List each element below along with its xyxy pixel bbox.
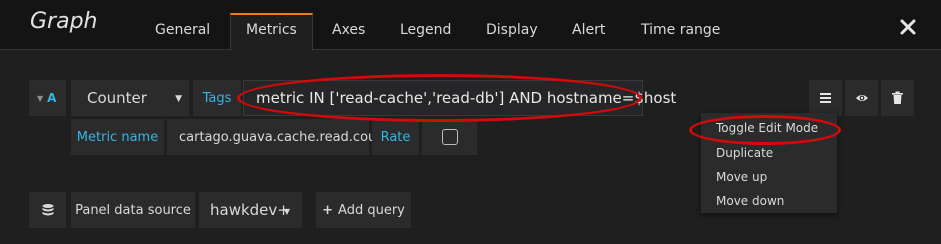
- add-query-button[interactable]: + Add query: [316, 192, 411, 228]
- ref-id-label: A: [47, 91, 57, 105]
- metric-name-input[interactable]: cartago.guava.cache.read.count: [167, 119, 390, 155]
- tab-display[interactable]: Display: [471, 13, 553, 50]
- tab-time-range[interactable]: Time range: [626, 13, 735, 50]
- menu-item-move-down[interactable]: Move down: [716, 194, 784, 208]
- aggregation-value: Counter: [87, 89, 147, 107]
- add-query-label: Add query: [338, 202, 405, 218]
- query-options-menu: Toggle Edit Mode Duplicate Move up Move …: [701, 113, 837, 213]
- panel-editor-header: Graph General Metrics Axes Legend Displa…: [0, 0, 941, 51]
- datasource-value: hawkdev+: [210, 201, 290, 219]
- datasource-label: Panel data source: [71, 192, 195, 228]
- menu-item-move-up[interactable]: Move up: [716, 170, 767, 184]
- database-icon: [42, 204, 53, 216]
- tab-legend[interactable]: Legend: [385, 13, 466, 50]
- metric-name-label: Metric name: [71, 119, 164, 155]
- caret-down-icon: ▼: [283, 207, 290, 216]
- tags-label: Tags: [193, 80, 241, 116]
- toggle-visibility-button[interactable]: [845, 80, 878, 116]
- rate-label: Rate: [372, 119, 419, 155]
- caret-down-icon: ▼: [37, 93, 44, 103]
- tags-input[interactable]: metric IN ['read-cache','read-db'] AND h…: [243, 80, 676, 116]
- tab-axes[interactable]: Axes: [317, 13, 380, 50]
- query-ref-id[interactable]: ▼ A: [29, 80, 66, 116]
- rate-checkbox-wrapper[interactable]: [422, 119, 477, 155]
- caret-down-icon: ▼: [175, 94, 182, 104]
- query-menu-button[interactable]: [809, 80, 842, 116]
- menu-item-duplicate[interactable]: Duplicate: [716, 146, 773, 160]
- aggregation-select[interactable]: Counter ▼: [71, 80, 189, 116]
- hamburger-icon: [820, 93, 831, 103]
- trash-icon: [892, 91, 903, 104]
- tab-alert[interactable]: Alert: [557, 13, 620, 50]
- datasource-icon-box: [29, 192, 66, 228]
- tab-general[interactable]: General: [140, 13, 225, 50]
- datasource-select[interactable]: hawkdev+ ▼: [199, 192, 302, 228]
- menu-item-toggle-edit-mode[interactable]: Toggle Edit Mode: [716, 121, 818, 135]
- eye-icon: [856, 95, 868, 101]
- plus-icon: +: [322, 202, 334, 218]
- tab-metrics[interactable]: Metrics: [230, 13, 313, 51]
- remove-query-button[interactable]: [881, 80, 914, 116]
- panel-title: Graph: [30, 9, 98, 34]
- rate-checkbox[interactable]: [441, 129, 458, 145]
- close-icon[interactable]: [899, 18, 917, 36]
